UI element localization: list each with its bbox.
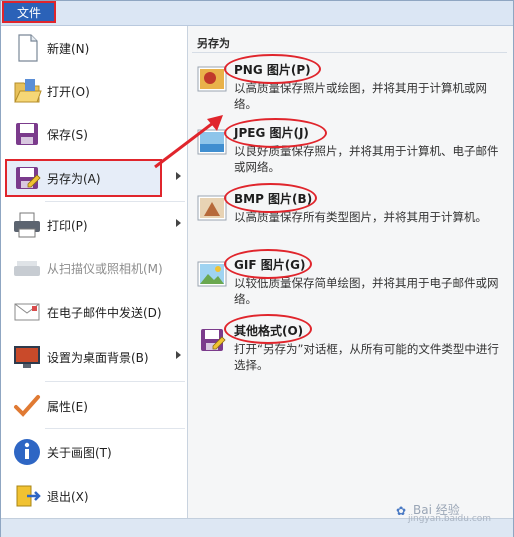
exit-icon [16, 485, 41, 507]
menu-item-label: 从扫描仪或照相机(M) [47, 262, 163, 276]
menu-divider [45, 201, 185, 202]
submenu-arrow-icon [176, 219, 181, 227]
file-tab[interactable]: 文件 [2, 1, 56, 23]
desktop-background-icon [14, 346, 40, 368]
annotation-ellipse-gif [224, 249, 312, 279]
watermark-url: jingyan.baidu.com [408, 514, 492, 524]
menu-item-email[interactable]: 在电子邮件中发送(D) [3, 291, 185, 333]
email-icon [14, 303, 40, 321]
scanner-icon [14, 261, 40, 276]
ribbon-tab-bar: 文件 [1, 1, 513, 26]
option-description: 以较低质量保存简单绘图，并将其用于电子邮件或网络。 [234, 276, 499, 306]
submenu-arrow-icon [176, 351, 181, 359]
annotation-ellipse-jpeg [224, 118, 327, 148]
menu-item-label: 属性(E) [47, 400, 88, 414]
menu-item-open[interactable]: 打开(O) [3, 70, 185, 112]
menu-divider [45, 381, 185, 382]
menu-item-about[interactable]: 关于画图(T) [3, 431, 185, 473]
menu-item-desktop-background[interactable]: 设置为桌面背景(B) [3, 336, 185, 378]
menu-item-properties[interactable]: 属性(E) [3, 385, 185, 427]
open-folder-icon [14, 79, 42, 103]
menu-item-label: 保存(S) [47, 128, 88, 142]
menu-item-scanner: 从扫描仪或照相机(M) [3, 247, 185, 289]
heading-divider [192, 52, 507, 53]
menu-item-label: 退出(X) [47, 490, 89, 504]
annotation-ellipse-bmp [224, 183, 317, 213]
printer-icon [14, 212, 40, 238]
save-as-heading: 另存为 [197, 37, 230, 50]
menu-item-label: 在电子邮件中发送(D) [47, 306, 162, 320]
annotation-arrow-icon [154, 115, 223, 169]
menu-item-label: 另存为(A) [47, 172, 101, 186]
save-floppy-icon [16, 123, 38, 145]
menu-item-new[interactable]: 新建(N) [3, 27, 185, 69]
menu-item-label: 打印(P) [47, 219, 88, 233]
menu-item-label: 设置为桌面背景(B) [47, 351, 149, 365]
annotation-ellipse-other [224, 314, 312, 344]
menu-item-label: 关于画图(T) [47, 446, 112, 460]
submenu-arrow-icon [176, 172, 181, 180]
new-document-icon [18, 34, 38, 62]
info-icon [14, 439, 40, 465]
menu-item-label: 新建(N) [47, 42, 90, 56]
paint-file-menu-window: 文件 新建(N) 打开(O) 保存(S) 另存为(A) 打印(P) 从扫描仪或照… [0, 0, 514, 537]
menu-item-label: 打开(O) [47, 85, 90, 99]
menu-divider [45, 428, 185, 429]
menu-item-print[interactable]: 打印(P) [3, 204, 185, 246]
menu-item-exit[interactable]: 退出(X) [3, 475, 185, 517]
save-as-icon [16, 167, 41, 189]
annotation-ellipse-png [224, 54, 321, 84]
option-description: 打开“另存为”对话框，从所有可能的文件类型中进行选择。 [234, 342, 499, 372]
option-description: 以高质量保存照片或绘图，并将其用于计算机或网络。 [234, 81, 487, 111]
checkmark-icon [14, 395, 40, 417]
baidu-jingyan-watermark: ✿ Bai 经验 jingyan.baidu.com [396, 501, 491, 524]
